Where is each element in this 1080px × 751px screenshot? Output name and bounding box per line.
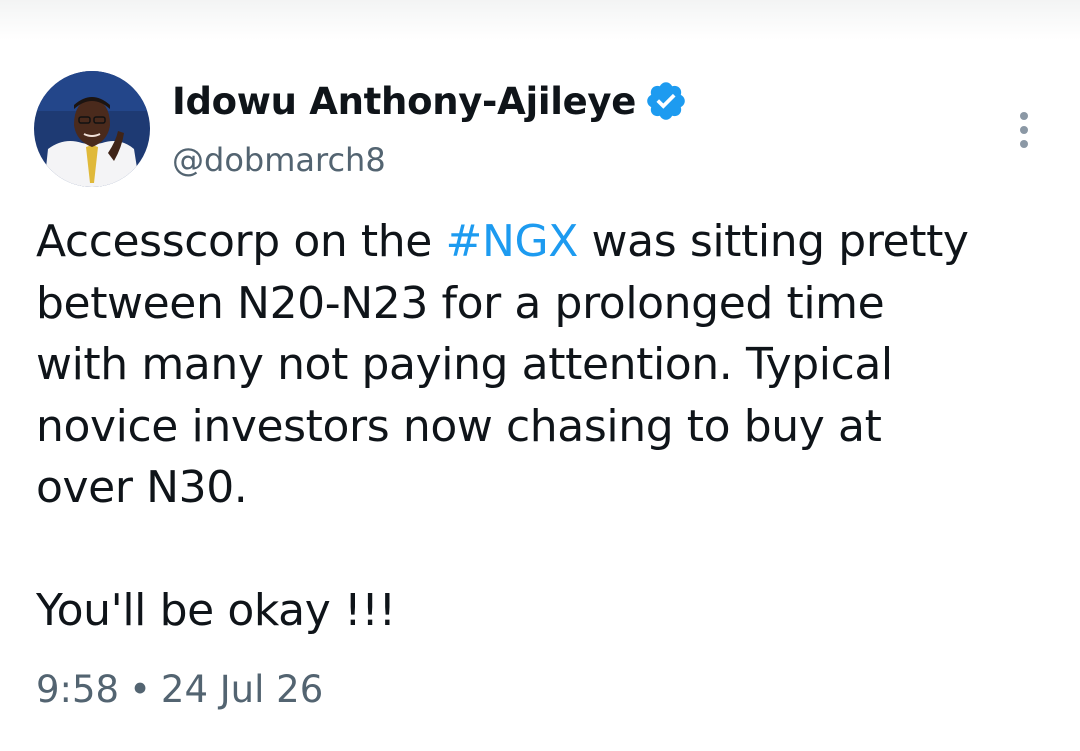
tweet-line: over N30. xyxy=(36,462,248,513)
author-handle[interactable]: @dobmarch8 xyxy=(172,141,386,179)
tweet-date: 24 Jul 26 xyxy=(160,668,324,711)
tweet-line: novice investors now chasing to buy at xyxy=(36,400,882,452)
more-dot xyxy=(1020,112,1028,120)
author-display-name[interactable]: Idowu Anthony-Ajileye xyxy=(172,80,636,123)
top-bar-shadow xyxy=(0,0,1080,40)
tweet-timestamp[interactable]: 9:58 • 24 Jul 26 xyxy=(36,668,323,711)
avatar[interactable] xyxy=(34,71,150,187)
tweet-text-segment: Accesscorp on the xyxy=(36,216,446,267)
tweet-line: between N20-N23 for a prolonged time xyxy=(36,277,885,329)
more-dot xyxy=(1020,140,1028,148)
meta-separator: • xyxy=(129,668,151,711)
author-name-row[interactable]: Idowu Anthony-Ajileye xyxy=(172,74,688,128)
tweet-text-segment: was sitting pretty xyxy=(577,216,969,267)
hashtag-link[interactable]: #NGX xyxy=(446,216,579,267)
tweet-text: Accesscorp on the #NGX was sitting prett… xyxy=(36,211,1066,642)
tweet-time: 9:58 xyxy=(36,668,120,711)
avatar-image xyxy=(34,71,150,187)
more-dot xyxy=(1020,126,1028,134)
verified-badge-icon[interactable] xyxy=(644,79,688,123)
tweet-line: Accesscorp on the #NGX was sitting prett… xyxy=(36,211,1066,273)
tweet-line: with many not paying attention. Typical xyxy=(36,339,893,390)
tweet-line: You'll be okay !!! xyxy=(36,585,396,636)
more-options-icon[interactable] xyxy=(1006,108,1042,152)
